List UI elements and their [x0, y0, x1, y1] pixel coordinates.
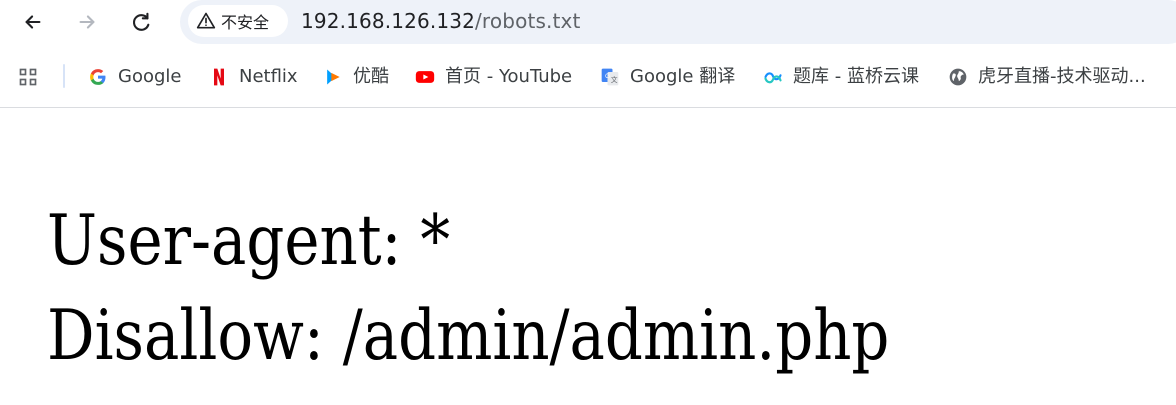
bookmark-label: Netflix — [239, 66, 298, 87]
apps-grid-icon — [18, 67, 38, 87]
arrow-right-icon — [79, 15, 95, 29]
page-content: User-agent: * Disallow: /admin/admin.php — [0, 108, 1176, 405]
bookmark-netflix[interactable]: Netflix — [209, 61, 298, 93]
globe-icon — [948, 67, 968, 87]
svg-text:文: 文 — [611, 75, 618, 84]
bookmark-huya[interactable]: 虎牙直播-技术驱动... — [948, 61, 1146, 93]
apps-button[interactable] — [18, 61, 38, 93]
browser-toolbar: 不安全 192.168.126.132/robots.txt — [0, 0, 1176, 44]
bookmarks-bar: Google Netflix 优酷 首页 - YouTube G 文 Googl… — [0, 56, 1176, 98]
warning-icon — [196, 12, 216, 29]
youtube-icon — [415, 67, 435, 87]
reload-icon — [133, 12, 150, 31]
user-agent-line: User-agent: * — [47, 201, 451, 281]
svg-text:G: G — [605, 73, 610, 80]
url-path: /robots.txt — [475, 9, 581, 33]
reload-button[interactable] — [125, 6, 157, 38]
bookmarks-divider — [63, 64, 65, 88]
bookmark-lanqiao[interactable]: 题库 - 蓝桥云课 — [763, 61, 919, 93]
security-indicator[interactable]: 不安全 — [188, 5, 288, 37]
forward-button[interactable] — [71, 6, 103, 38]
google-translate-icon: G 文 — [600, 67, 620, 87]
bookmark-youku[interactable]: 优酷 — [323, 61, 389, 93]
url-host: 192.168.126.132 — [301, 9, 476, 33]
address-bar[interactable]: 不安全 192.168.126.132/robots.txt — [180, 0, 1176, 44]
bookmark-google-translate[interactable]: G 文 Google 翻译 — [600, 61, 735, 93]
robots-txt-content: User-agent: * Disallow: /admin/admin.php — [47, 194, 889, 384]
bookmark-google[interactable]: Google — [88, 61, 181, 93]
bookmark-youtube[interactable]: 首页 - YouTube — [415, 61, 572, 93]
youku-icon — [323, 67, 343, 87]
security-label: 不安全 — [221, 13, 270, 32]
bookmark-label: 首页 - YouTube — [445, 66, 573, 87]
bookmark-label: 题库 - 蓝桥云课 — [793, 66, 919, 87]
netflix-icon — [209, 67, 229, 87]
bookmark-label: 虎牙直播-技术驱动... — [978, 66, 1146, 87]
lanqiao-icon — [763, 67, 783, 87]
back-button[interactable] — [17, 6, 49, 38]
url-field[interactable]: 192.168.126.132/robots.txt — [301, 8, 581, 34]
bookmark-label: Google — [118, 66, 182, 87]
google-icon — [88, 67, 108, 87]
bookmark-label: 优酷 — [353, 66, 389, 87]
bookmark-label: Google 翻译 — [630, 66, 736, 87]
disallow-line: Disallow: /admin/admin.php — [47, 296, 890, 376]
arrow-left-icon — [25, 15, 41, 29]
